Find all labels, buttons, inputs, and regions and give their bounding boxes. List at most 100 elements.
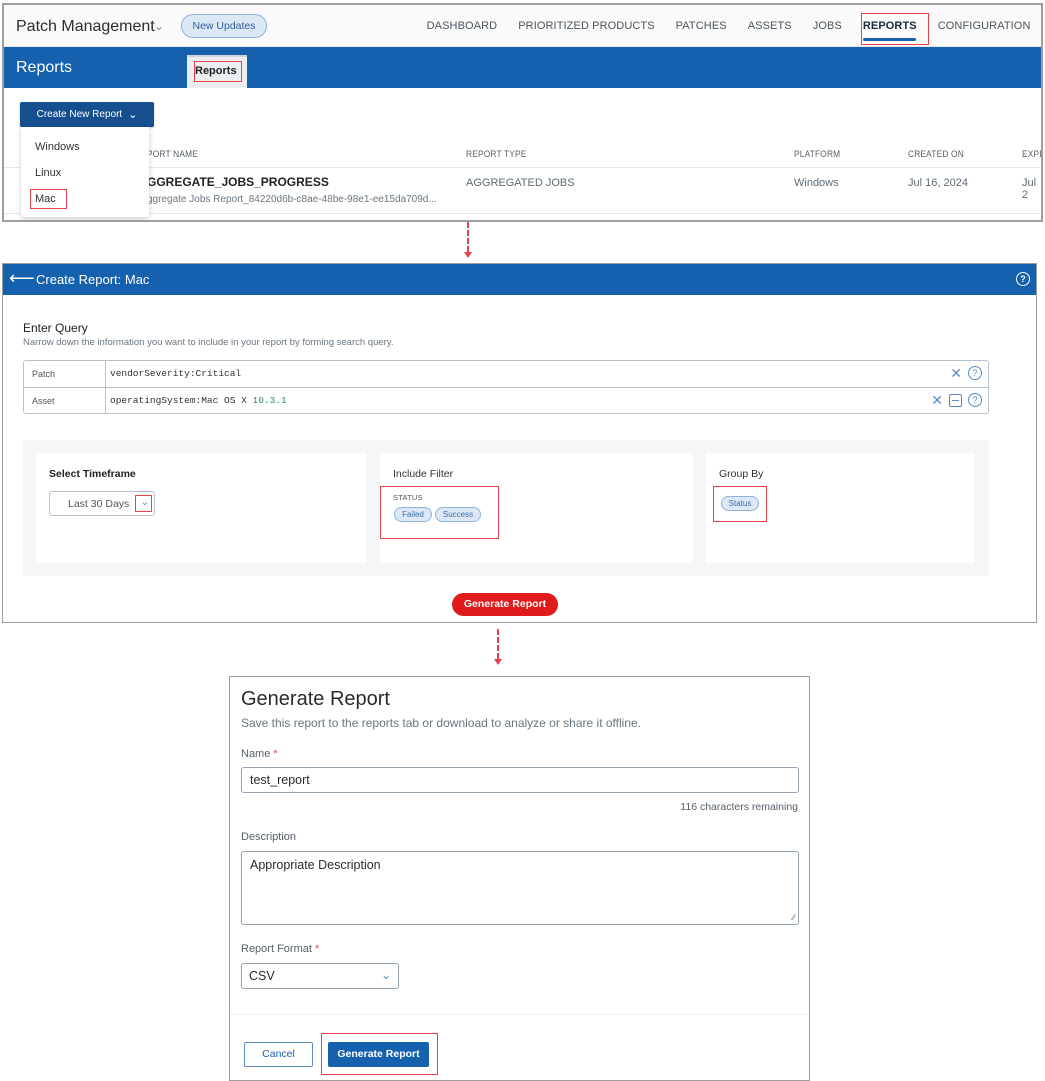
- nav-reports[interactable]: REPORTS: [852, 5, 927, 47]
- name-label-text: Name: [241, 748, 271, 760]
- query-row-asset: Asset operatingSystem:Mac OS X 10.3.1 ✕ …: [24, 387, 988, 413]
- arrow-head-icon: [494, 659, 502, 665]
- section-header: Reports Reports: [4, 47, 1041, 88]
- table-divider: [4, 213, 1041, 214]
- section-title: Reports: [16, 59, 73, 76]
- resize-handle-icon[interactable]: ∕∕: [792, 913, 795, 922]
- query-actions: ✕ ?: [931, 393, 982, 407]
- nav-patches[interactable]: PATCHES: [665, 5, 737, 47]
- format-label: Report Format *: [241, 943, 319, 955]
- enter-query-title: Enter Query: [23, 321, 88, 335]
- nav-dashboard[interactable]: DASHBOARD: [416, 5, 508, 47]
- description-text: Appropriate Description: [250, 858, 381, 872]
- query-text: vendorSeverity:Critical: [110, 368, 242, 379]
- generate-report-dialog: Generate Report Save this report to the …: [229, 676, 810, 1081]
- tab-reports[interactable]: Reports: [187, 55, 247, 88]
- column-header-platform[interactable]: PLATFORM: [794, 149, 840, 160]
- nav-assets[interactable]: ASSETS: [737, 5, 802, 47]
- arrow-head-icon: [464, 252, 472, 258]
- chevron-down-icon[interactable]: ⌄: [154, 19, 164, 33]
- close-icon[interactable]: ✕: [931, 393, 943, 407]
- timeframe-value: Last 30 Days: [68, 498, 130, 510]
- cancel-button[interactable]: Cancel: [244, 1042, 313, 1067]
- report-options: Select Timeframe Last 30 Days ⌄ Include …: [23, 440, 989, 576]
- report-type: AGGREGATED JOBS: [466, 177, 575, 189]
- report-platform: Windows: [794, 177, 839, 189]
- menu-item-windows[interactable]: Windows: [35, 141, 80, 153]
- app-title[interactable]: Patch Management: [16, 18, 155, 36]
- flow-arrow: [497, 629, 499, 659]
- description-label: Description: [241, 831, 297, 843]
- chevron-down-icon[interactable]: ⌄: [141, 497, 149, 508]
- report-format-value: CSV: [249, 969, 275, 983]
- nav-jobs[interactable]: JOBS: [802, 5, 852, 47]
- nav-prioritized-products[interactable]: PRIORITIZED PRODUCTS: [508, 5, 665, 47]
- create-report-header: ⟵ Create Report: Mac ?: [3, 264, 1036, 295]
- new-updates-button[interactable]: New Updates: [181, 14, 267, 38]
- group-by-chip-status[interactable]: Status: [721, 496, 759, 511]
- query-actions: ✕ ?: [950, 366, 982, 380]
- create-new-report-button[interactable]: Create New Report ⌄: [20, 102, 154, 127]
- collapse-icon[interactable]: [949, 393, 962, 407]
- dialog-subtitle: Save this report to the reports tab or d…: [241, 716, 642, 730]
- report-name[interactable]: GGREGATE_JOBS_PROGRESS: [147, 175, 329, 189]
- footer-divider: [230, 1014, 809, 1015]
- column-header-report-type[interactable]: REPORT TYPE: [466, 149, 526, 160]
- query-text: operatingSystem:Mac OS X: [110, 395, 253, 406]
- format-label-text: Report Format: [241, 943, 312, 955]
- menu-item-mac[interactable]: Mac: [35, 193, 56, 205]
- timeframe-card: Select Timeframe Last 30 Days ⌄: [36, 453, 366, 563]
- nav-configuration[interactable]: CONFIGURATION: [927, 5, 1041, 47]
- top-navigation-bar: Patch Management ⌄ New Updates DASHBOARD…: [4, 5, 1041, 47]
- query-label: Patch: [24, 361, 106, 387]
- report-created-on: Jul 16, 2024: [908, 177, 968, 189]
- help-icon[interactable]: ?: [968, 393, 982, 407]
- required-mark: *: [314, 943, 320, 955]
- filter-chip-failed[interactable]: Failed: [394, 507, 432, 522]
- reports-list-panel: Patch Management ⌄ New Updates DASHBOARD…: [2, 3, 1043, 222]
- query-input[interactable]: operatingSystem:Mac OS X 10.3.1: [110, 395, 287, 406]
- timeframe-select[interactable]: Last 30 Days ⌄: [49, 491, 155, 516]
- characters-remaining: 116 characters remaining: [680, 801, 798, 813]
- create-report-title: Create Report: Mac: [36, 272, 150, 287]
- dialog-title: Generate Report: [241, 688, 390, 710]
- help-icon[interactable]: ?: [968, 366, 982, 380]
- filter-chip-success[interactable]: Success: [435, 507, 481, 522]
- platform-dropdown-menu: Windows Linux Mac: [21, 127, 149, 217]
- close-icon[interactable]: ✕: [950, 366, 962, 380]
- flow-arrow: [467, 222, 469, 252]
- generate-report-submit-button[interactable]: Generate Report: [328, 1042, 429, 1067]
- report-expires: Jul 2: [1022, 177, 1037, 201]
- create-new-report-label: Create New Report: [36, 109, 123, 120]
- name-label: Name *: [241, 748, 278, 760]
- filter-group-label: STATUS: [393, 493, 423, 502]
- enter-query-subtitle: Narrow down the information you want to …: [23, 337, 394, 348]
- column-header-created-on[interactable]: CREATED ON: [908, 149, 964, 160]
- timeframe-title: Select Timeframe: [49, 468, 136, 480]
- query-number: 10.3.1: [252, 395, 287, 406]
- chevron-down-icon: ⌄: [380, 968, 391, 982]
- query-input[interactable]: vendorSeverity:Critical: [110, 368, 241, 379]
- required-mark: *: [273, 748, 278, 760]
- chevron-down-icon: ⌄: [128, 109, 138, 121]
- column-header-report-name[interactable]: PORT NAME: [147, 149, 198, 160]
- column-header-expires[interactable]: EXPIR: [1022, 149, 1041, 160]
- generate-report-button[interactable]: Generate Report: [452, 593, 558, 616]
- query-row-patch: Patch vendorSeverity:Critical ✕ ?: [24, 361, 988, 387]
- main-nav: DASHBOARD PRIORITIZED PRODUCTS PATCHES A…: [416, 5, 1041, 47]
- include-filter-title: Include Filter: [393, 468, 454, 480]
- query-builder: Patch vendorSeverity:Critical ✕ ? Asset …: [23, 360, 989, 414]
- create-report-panel: ⟵ Create Report: Mac ? Enter Query Narro…: [2, 263, 1037, 623]
- name-input[interactable]: test_report: [241, 767, 799, 793]
- include-filter-card: Include Filter STATUS Failed Success: [380, 453, 693, 563]
- back-arrow-icon[interactable]: ⟵: [9, 268, 35, 289]
- query-label: Asset: [24, 388, 106, 413]
- table-divider: [4, 167, 1041, 168]
- help-icon[interactable]: ?: [1016, 272, 1030, 286]
- menu-item-linux[interactable]: Linux: [35, 167, 61, 179]
- report-format-select[interactable]: CSV ⌄: [241, 963, 399, 989]
- group-by-card: Group By Status: [706, 453, 974, 563]
- description-textarea[interactable]: Appropriate Description ∕∕: [241, 851, 799, 925]
- tab-reports-label: Reports: [195, 65, 237, 77]
- report-subtitle: ggregate Jobs Report_84220d6b-c8ae-48be-…: [147, 194, 437, 205]
